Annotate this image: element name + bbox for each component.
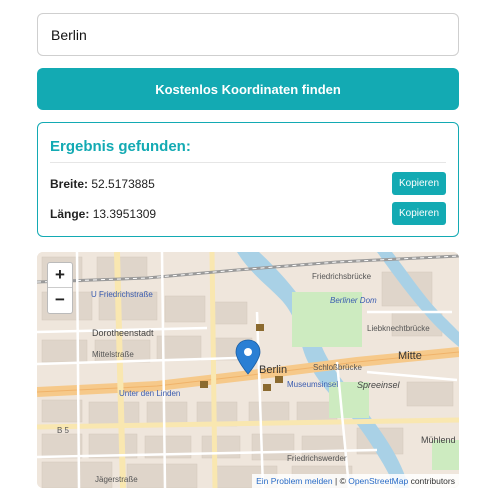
map-label-jaegerstrasse: Jägerstraße [95,475,138,484]
map-label-mittelstrasse: Mittelstraße [92,350,134,359]
map-label-muehlend: Mühlend [421,435,456,445]
map-label-spreeinsel: Spreeinsel [357,380,400,390]
longitude-value: 13.3951309 [92,207,157,221]
find-coordinates-button[interactable]: Kostenlos Koordinaten finden [37,68,459,110]
zoom-out-button[interactable]: − [48,288,72,313]
search-input[interactable] [37,13,459,56]
longitude-text: Länge: 13.3951309 [50,207,156,221]
map-label-unter-den-linden: Unter den Linden [119,389,181,398]
openstreetmap-link[interactable]: OpenStreetMap [348,476,408,486]
longitude-row: Länge: 13.3951309 Kopieren [50,202,446,226]
latitude-label: Breite: [50,177,89,191]
map-label-mitte: Mitte [398,350,422,362]
map-label-museumsinsel: Museumsinsel [287,380,339,389]
attribution-separator: | © [332,476,349,486]
zoom-control: + − [47,262,73,314]
attribution-contributors: contributors [408,476,455,486]
map-label-berliner-dom: Berliner Dom [330,296,377,305]
map-label-friedrichstrasse: U Friedrichstraße [91,290,153,299]
latitude-text: Breite: 52.5173885 [50,177,155,191]
result-divider [50,162,446,163]
copy-latitude-button[interactable]: Kopieren [392,172,446,195]
map-label-berlin: Berlin [259,364,288,376]
map-label-schlossbruecke: Schloßbrücke [313,363,362,372]
map[interactable]: + − U Friedrichstraße Friedrichsbrücke D… [37,252,459,488]
map-label-dorotheenstadt: Dorotheenstadt [92,328,154,338]
map-attribution: Ein Problem melden | © OpenStreetMap con… [252,474,459,488]
latitude-row: Breite: 52.5173885 Kopieren [50,172,446,196]
result-card: Ergebnis gefunden: Breite: 52.5173885 Ko… [37,122,459,237]
map-label-friedrichsbruecke: Friedrichsbrücke [312,272,372,281]
longitude-label: Länge: [50,207,90,221]
copy-longitude-button[interactable]: Kopieren [392,202,446,225]
report-problem-link[interactable]: Ein Problem melden [256,476,333,486]
map-label-liebknechtbruecke: Liebknechtbrücke [367,324,430,333]
map-label-friedrichswerder: Friedrichswerder [287,454,347,463]
zoom-in-button[interactable]: + [48,263,72,288]
latitude-value: 52.5173885 [91,177,155,191]
map-tiles [37,252,459,488]
result-title: Ergebnis gefunden: [50,138,191,155]
map-label-b5: B 5 [57,426,70,435]
